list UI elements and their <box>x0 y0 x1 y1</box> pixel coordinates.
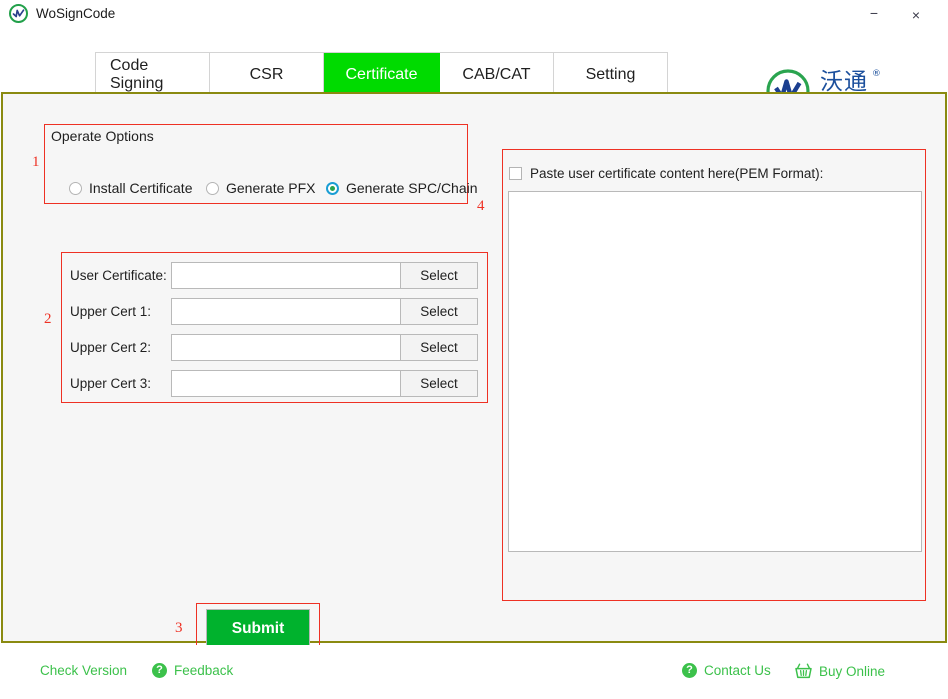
radio-label: Generate PFX <box>226 180 316 196</box>
radio-icon <box>69 181 82 195</box>
paste-certificate-checkbox-row[interactable]: Paste user certificate content here(PEM … <box>509 166 823 181</box>
field-row-upper-cert-1: Upper Cert 1: Select <box>70 298 478 325</box>
title-bar: WoSignCode − × <box>0 0 948 30</box>
buy-online-label: Buy Online <box>819 663 886 679</box>
title-bar-left: WoSignCode <box>9 4 115 23</box>
tab-cab-cat[interactable]: CAB/CAT <box>440 53 554 97</box>
wosign-check-icon <box>9 4 28 23</box>
field-label: Upper Cert 1: <box>70 304 152 319</box>
field-row-user-certificate: User Certificate: Select <box>70 262 478 289</box>
select-button-upper-cert-2[interactable]: Select <box>400 334 478 361</box>
tab-label: Certificate <box>345 66 418 83</box>
footer-bar: Check Version ? Feedback ? Contact Us Bu… <box>0 645 948 699</box>
radio-label: Generate SPC/Chain <box>346 180 478 196</box>
minimize-button[interactable]: − <box>858 0 890 30</box>
user-certificate-input[interactable] <box>171 262 401 289</box>
minimize-icon: − <box>869 5 879 21</box>
contact-us-link[interactable]: ? Contact Us <box>682 663 771 678</box>
paste-certificate-checkbox-icon[interactable] <box>509 167 522 180</box>
operate-options-title: Operate Options <box>51 128 154 144</box>
shopping-basket-icon <box>795 663 812 679</box>
radio-selected-icon <box>326 181 339 195</box>
feedback-label: Feedback <box>174 663 234 678</box>
buy-online-link[interactable]: Buy Online <box>795 663 885 679</box>
field-label: Upper Cert 3: <box>70 376 152 391</box>
close-button[interactable]: × <box>900 0 932 30</box>
field-row-upper-cert-2: Upper Cert 2: Select <box>70 334 478 361</box>
wosigncode-window: WoSignCode − × Code Signing CSR Certific… <box>0 0 948 699</box>
submit-button[interactable]: Submit <box>206 609 310 649</box>
tab-bar: Code Signing CSR Certificate CAB/CAT Set… <box>0 30 948 113</box>
operate-options-radio-group: Install Certificate Generate PFX Generat… <box>69 180 478 196</box>
field-label: Upper Cert 2: <box>70 340 152 355</box>
registered-trademark-icon: ® <box>871 69 882 79</box>
pem-content-textarea[interactable] <box>508 191 922 552</box>
paste-certificate-label: Paste user certificate content here(PEM … <box>530 166 824 181</box>
tab-setting[interactable]: Setting <box>554 53 668 97</box>
close-icon: × <box>911 7 921 23</box>
tab-code-signing[interactable]: Code Signing <box>96 53 210 97</box>
window-title: WoSignCode <box>36 6 116 21</box>
check-version-label: Check Version <box>40 663 128 678</box>
paste-certificate-panel: Paste user certificate content here(PEM … <box>502 149 926 678</box>
tab-certificate[interactable]: Certificate <box>324 53 440 97</box>
annotation-number-1: 1 <box>32 154 40 170</box>
logo-chinese-text: 沃通 ® <box>820 70 881 94</box>
annotation-number-4: 4 <box>477 198 485 214</box>
certificate-fields-group: User Certificate: Select Upper Cert 1: S… <box>61 252 488 403</box>
select-button-user-certificate[interactable]: Select <box>400 262 478 289</box>
radio-icon <box>206 181 219 195</box>
radio-generate-spc-chain[interactable]: Generate SPC/Chain <box>326 180 478 196</box>
radio-install-certificate[interactable]: Install Certificate <box>69 180 206 196</box>
annotation-number-2: 2 <box>44 311 52 327</box>
field-label: User Certificate: <box>70 268 167 283</box>
field-row-upper-cert-3: Upper Cert 3: Select <box>70 370 478 397</box>
feedback-link[interactable]: ? Feedback <box>152 663 233 678</box>
upper-cert-1-input[interactable] <box>171 298 401 325</box>
radio-label: Install Certificate <box>89 180 193 196</box>
radio-generate-pfx[interactable]: Generate PFX <box>206 180 326 196</box>
tab-label: Code Signing <box>110 57 164 92</box>
tab-csr[interactable]: CSR <box>210 53 324 97</box>
upper-cert-2-input[interactable] <box>171 334 401 361</box>
operate-options-group: Operate Options Install Certificate Gene… <box>44 124 478 204</box>
check-version-link[interactable]: Check Version <box>40 663 127 678</box>
contact-us-label: Contact Us <box>704 663 771 678</box>
tab-label: CAB/CAT <box>462 66 531 83</box>
tab-label: CSR <box>249 66 284 83</box>
question-circle-icon: ? <box>152 663 167 678</box>
select-button-upper-cert-1[interactable]: Select <box>400 298 478 325</box>
tab-label: Setting <box>585 66 636 83</box>
content-panel: 1 2 3 4 Operate Options Install Certific… <box>1 92 947 678</box>
select-button-upper-cert-3[interactable]: Select <box>400 370 478 397</box>
upper-cert-3-input[interactable] <box>171 370 401 397</box>
question-circle-icon: ? <box>682 663 697 678</box>
annotation-number-3: 3 <box>175 620 183 636</box>
